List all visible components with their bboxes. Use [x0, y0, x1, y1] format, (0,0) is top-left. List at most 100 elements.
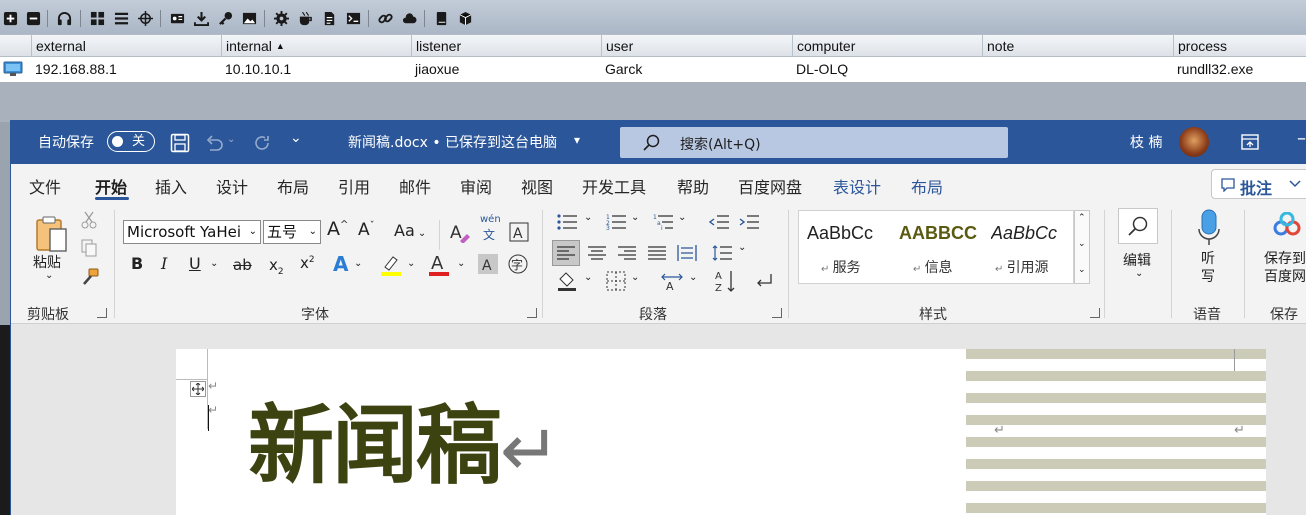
- format-painter-icon[interactable]: [79, 266, 101, 288]
- justify-icon[interactable]: [645, 242, 669, 264]
- credentials-icon[interactable]: [169, 10, 186, 27]
- editing-dropdown-icon[interactable]: ⌄: [1135, 268, 1143, 279]
- tab-layout[interactable]: 布局: [277, 174, 309, 198]
- highlight-icon[interactable]: [379, 252, 403, 278]
- column-header-internal[interactable]: internal ▲: [221, 35, 411, 57]
- ribbon-display-options-icon[interactable]: [1239, 133, 1261, 151]
- tab-design[interactable]: 设计: [216, 174, 248, 198]
- document-page[interactable]: ↵ ↵ 新闻稿↵: [176, 349, 966, 515]
- coffee-icon[interactable]: [297, 10, 314, 27]
- cube-icon[interactable]: [457, 10, 474, 27]
- console-icon[interactable]: [345, 10, 362, 27]
- microphone-icon[interactable]: [1195, 208, 1223, 248]
- key-icon[interactable]: [217, 10, 234, 27]
- phonetic-guide-pinyin[interactable]: wén: [480, 214, 501, 225]
- cloud-icon[interactable]: [401, 10, 418, 27]
- font-color-dropdown-icon[interactable]: ⌄: [457, 258, 465, 269]
- multilevel-dropdown-icon[interactable]: ⌄: [678, 212, 686, 223]
- chevron-down-icon[interactable]: ⌄: [1078, 239, 1086, 249]
- minimize-icon[interactable]: –: [1297, 128, 1306, 149]
- line-spacing-dropdown-icon[interactable]: ⌄: [738, 242, 746, 253]
- scissors-icon[interactable]: [79, 210, 99, 230]
- subscript-button[interactable]: x2: [269, 256, 284, 277]
- baidu-netdisk-icon[interactable]: [1272, 210, 1302, 240]
- customize-toolbar-icon[interactable]: ⌄: [290, 130, 302, 146]
- column-header-process[interactable]: process: [1173, 35, 1306, 57]
- numbering-icon[interactable]: 123: [605, 212, 627, 232]
- text-effects-icon[interactable]: A: [333, 252, 348, 276]
- download-icon[interactable]: [193, 10, 210, 27]
- redo-icon[interactable]: [251, 132, 273, 154]
- bold-button[interactable]: B: [131, 254, 143, 273]
- bullets-icon[interactable]: [556, 212, 578, 232]
- table-row[interactable]: 192.168.88.1 10.10.10.1 jiaoxue Garck DL…: [0, 58, 1306, 80]
- column-header-icon[interactable]: [0, 35, 31, 57]
- tab-references[interactable]: 引用: [338, 174, 370, 198]
- column-header-note[interactable]: note: [982, 35, 1173, 57]
- italic-button[interactable]: I: [161, 254, 167, 273]
- title-dropdown-icon[interactable]: ▾: [574, 133, 580, 147]
- table-move-handle-icon[interactable]: [190, 381, 206, 397]
- align-center-icon[interactable]: [585, 242, 609, 264]
- shrink-font-icon[interactable]: Aˇ: [358, 220, 375, 240]
- tab-developer[interactable]: 开发工具: [582, 174, 646, 198]
- tab-baidu-netdisk[interactable]: 百度网盘: [738, 174, 802, 198]
- change-case-button[interactable]: Aa ⌄: [394, 221, 426, 240]
- increase-indent-icon[interactable]: [738, 212, 760, 232]
- tab-view[interactable]: 视图: [521, 174, 553, 198]
- text-effects-dropdown-icon[interactable]: ⌄: [354, 258, 362, 269]
- font-color-icon[interactable]: A: [427, 250, 451, 278]
- comments-button[interactable]: 批注: [1211, 169, 1306, 199]
- text-direction-dropdown-icon[interactable]: ⌄: [689, 272, 697, 283]
- pivot-graph-icon[interactable]: [89, 10, 106, 27]
- book-icon[interactable]: [433, 10, 450, 27]
- paste-label[interactable]: 粘贴: [33, 252, 61, 272]
- column-header-external[interactable]: external: [31, 35, 221, 57]
- underline-button[interactable]: U: [189, 254, 201, 273]
- clipboard-launcher-icon[interactable]: [97, 308, 107, 318]
- distributed-icon[interactable]: [675, 242, 699, 264]
- font-family-select[interactable]: Microsoft YaHei ⌄: [123, 220, 261, 244]
- paste-icon[interactable]: [31, 212, 71, 256]
- font-launcher-icon[interactable]: [527, 308, 537, 318]
- line-spacing-icon[interactable]: [710, 242, 734, 264]
- numbering-dropdown-icon[interactable]: ⌄: [631, 212, 639, 223]
- plus-icon[interactable]: [2, 10, 19, 27]
- tab-help[interactable]: 帮助: [677, 174, 709, 198]
- undo-dropdown-icon[interactable]: ⌄: [227, 134, 235, 145]
- sort-icon[interactable]: AZ: [714, 268, 738, 294]
- show-marks-icon[interactable]: [753, 270, 775, 292]
- copy-icon[interactable]: [79, 238, 99, 258]
- find-icon[interactable]: [1118, 208, 1158, 244]
- document-icon[interactable]: [321, 10, 338, 27]
- tab-review[interactable]: 审阅: [460, 174, 492, 198]
- strikethrough-button[interactable]: ab: [233, 256, 252, 274]
- font-size-select[interactable]: 五号 ⌄: [263, 220, 321, 244]
- styles-gallery-scroll[interactable]: ⌃ ⌄ ⌄: [1074, 210, 1090, 284]
- editing-label[interactable]: 编辑: [1123, 250, 1151, 270]
- link-icon[interactable]: [377, 10, 394, 27]
- user-name[interactable]: 枝 楠: [1130, 132, 1162, 152]
- borders-dropdown-icon[interactable]: ⌄: [631, 272, 639, 283]
- document-title[interactable]: 新闻稿.docx • 已保存到这台电脑: [348, 132, 557, 152]
- screenshot-icon[interactable]: [241, 10, 258, 27]
- gear-icon[interactable]: [273, 10, 290, 27]
- align-right-icon[interactable]: [615, 242, 639, 264]
- search-box[interactable]: 搜索(Alt+Q): [620, 127, 1008, 158]
- chevron-up-icon[interactable]: ⌃: [1078, 213, 1086, 223]
- decrease-indent-icon[interactable]: [708, 212, 730, 232]
- dictate-label[interactable]: 听写: [1201, 250, 1215, 286]
- underline-dropdown-icon[interactable]: ⌄: [210, 258, 218, 269]
- multilevel-list-icon[interactable]: 1ai: [652, 212, 674, 232]
- text-direction-icon[interactable]: A: [660, 270, 684, 292]
- session-table-icon[interactable]: [113, 10, 130, 27]
- character-shading-icon[interactable]: A: [477, 253, 499, 275]
- tab-table-design[interactable]: 表设计: [833, 174, 881, 198]
- avatar[interactable]: [1179, 127, 1209, 157]
- bullets-dropdown-icon[interactable]: ⌄: [584, 212, 592, 223]
- style-item-info[interactable]: AABBCC ↵ 信息: [891, 211, 983, 283]
- striped-table-cell[interactable]: ↵ ↵: [966, 349, 1266, 515]
- targets-icon[interactable]: [137, 10, 154, 27]
- save-icon[interactable]: [169, 132, 191, 154]
- minus-icon[interactable]: [25, 10, 42, 27]
